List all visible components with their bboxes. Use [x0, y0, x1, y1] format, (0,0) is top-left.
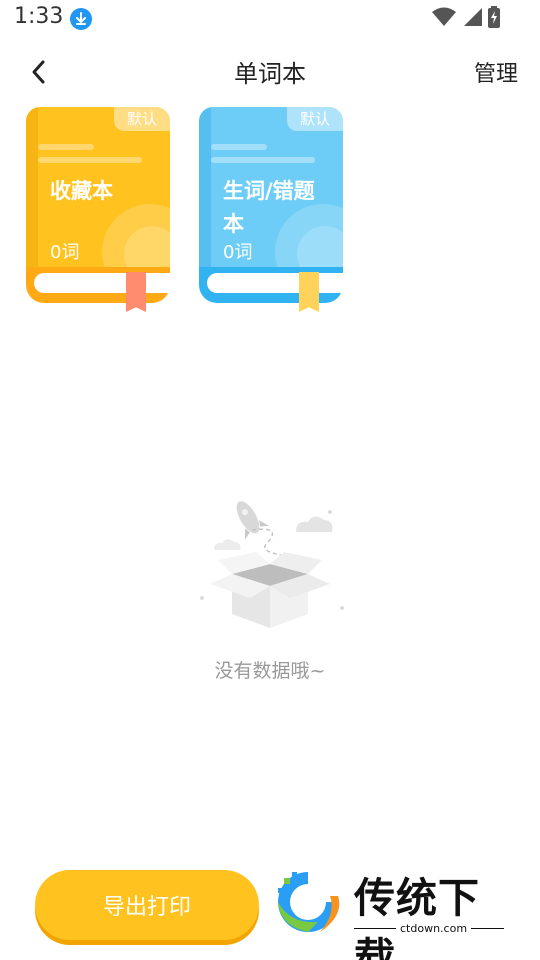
book-pages — [199, 267, 347, 303]
battery-icon — [488, 6, 500, 28]
wordbook-new-words[interactable]: 默认 生词/错题本 0词 — [199, 107, 347, 312]
default-badge: 默认 — [287, 107, 343, 131]
export-print-button[interactable]: 导出打印 — [35, 870, 259, 940]
book-name: 收藏本 — [50, 179, 113, 203]
watermark: 传统下载 ctdown.com — [270, 862, 520, 960]
page-title: 单词本 — [234, 60, 306, 88]
empty-state-text: 没有数据哦~ — [214, 660, 326, 682]
signal-icon — [464, 8, 482, 26]
watermark-name: 传统下载 — [354, 874, 480, 960]
app-header: 单词本 管理 — [0, 40, 540, 100]
wordbook-favorites[interactable]: 默认 收藏本 0词 — [26, 107, 174, 312]
bookmark-ribbon — [299, 272, 319, 312]
book-word-count: 0词 — [50, 242, 80, 263]
status-icons — [432, 6, 500, 28]
export-print-label: 导出打印 — [102, 895, 191, 920]
wifi-icon — [432, 7, 456, 26]
empty-box-icon — [200, 501, 344, 628]
book-cover: 默认 生词/错题本 0词 — [199, 107, 343, 272]
book-pages — [26, 267, 174, 303]
bookmark-ribbon — [126, 272, 146, 312]
watermark-logo — [278, 872, 340, 932]
book-name: 生词/错题本 — [223, 179, 315, 236]
download-icon — [70, 8, 92, 30]
status-bar: 1:33 — [0, 0, 540, 40]
manage-button[interactable]: 管理 — [474, 56, 518, 88]
book-cover: 默认 收藏本 0词 — [26, 107, 170, 272]
watermark-url: ctdown.com — [396, 922, 472, 935]
status-time: 1:33 — [14, 4, 64, 29]
book-word-count: 0词 — [223, 242, 253, 263]
default-badge: 默认 — [114, 107, 170, 131]
